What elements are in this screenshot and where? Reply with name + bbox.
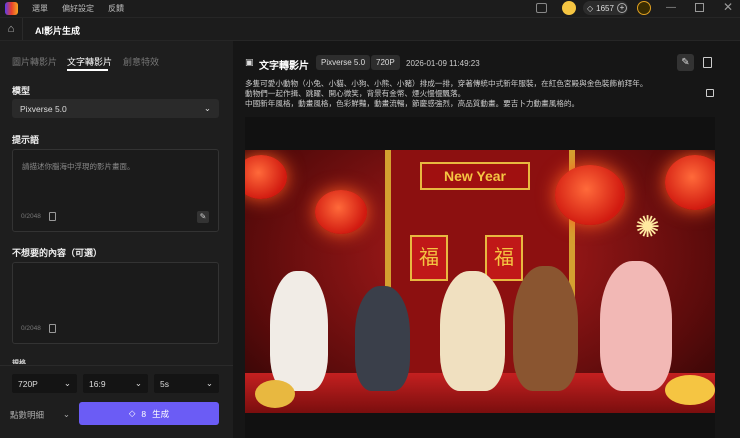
edit-icon[interactable]: ✎ bbox=[677, 54, 694, 71]
result-title: 文字轉影片 bbox=[259, 61, 309, 72]
diamond-icon: ◇ bbox=[128, 408, 136, 418]
add-credits-icon[interactable]: + bbox=[616, 3, 627, 13]
duration-select[interactable]: 5s ⌄ bbox=[154, 374, 219, 393]
prompt-input[interactable]: 請描述你腦海中浮現的影片畫面。 0/2048 ✎ bbox=[12, 149, 219, 232]
title-bar: 選單 偏好設定 反饋 bbox=[0, 0, 740, 17]
menu-preferences[interactable]: 偏好設定 bbox=[62, 3, 94, 14]
fortune-couplet: 福 bbox=[485, 235, 523, 281]
chevron-down-icon: ⌄ bbox=[134, 378, 142, 388]
description-line: 多隻可愛小動物（小兔、小貓、小狗、小熊、小豬）排成一排，穿著傳統中式新年服裝，在… bbox=[245, 79, 648, 88]
tab-image-to-video[interactable]: 圖片轉影片 bbox=[12, 55, 57, 68]
prompt-placeholder: 請描述你腦海中浮現的影片畫面。 bbox=[22, 162, 135, 171]
clear-icon[interactable] bbox=[49, 212, 56, 221]
resolution-value: 720P bbox=[18, 378, 38, 389]
minimize-icon[interactable]: — bbox=[666, 2, 676, 13]
credits-count: 1657 bbox=[596, 3, 614, 13]
maximize-icon[interactable] bbox=[695, 3, 704, 12]
chevron-down-icon: ⌄ bbox=[205, 378, 213, 388]
duration-value: 5s bbox=[160, 378, 169, 389]
home-icon[interactable]: ⌂ bbox=[0, 18, 23, 40]
magic-wand-icon[interactable]: ✎ bbox=[197, 211, 209, 223]
lantern bbox=[665, 155, 715, 210]
points-detail-label: 點數明細 bbox=[10, 410, 45, 420]
video-icon: ▣ bbox=[245, 57, 254, 67]
rabbit bbox=[270, 271, 328, 391]
generate-button[interactable]: ◇ 8 生成 bbox=[79, 402, 219, 425]
tab-creative-effects[interactable]: 創意特效 bbox=[123, 55, 159, 68]
credits-badge[interactable]: ◇ 1657 + bbox=[583, 1, 628, 15]
points-detail-toggle[interactable]: 點數明細 ⌄ bbox=[10, 409, 70, 421]
spec-label: 規格 bbox=[12, 360, 26, 364]
resolution-select[interactable]: 720P ⌄ bbox=[12, 374, 77, 393]
chevron-down-icon: ⌄ bbox=[203, 103, 211, 113]
message-icon[interactable] bbox=[536, 3, 547, 13]
menu-main[interactable]: 選單 bbox=[32, 3, 48, 14]
bear bbox=[513, 266, 578, 391]
description-line: 中國新年風格，動畫風格，色彩鮮豔，動畫流暢，節慶感強烈，高品質動畫。要吉卜力動畫… bbox=[245, 99, 580, 108]
gold-ingot bbox=[665, 375, 715, 405]
avatar[interactable] bbox=[637, 1, 651, 15]
cost-value: 8 bbox=[141, 408, 147, 419]
close-icon[interactable]: ✕ bbox=[723, 0, 733, 14]
model-chip: Pixverse 5.0 bbox=[316, 55, 371, 70]
ratio-select[interactable]: 16:9 ⌄ bbox=[83, 374, 148, 393]
negative-prompt-input[interactable]: 0/2048 bbox=[12, 262, 219, 344]
fortune-couplet: 福 bbox=[410, 235, 448, 281]
tab-text-to-video[interactable]: 文字轉影片 bbox=[67, 55, 112, 68]
page-title: AI影片生成 bbox=[35, 26, 81, 36]
ratio-value: 16:9 bbox=[89, 378, 106, 389]
active-tab-indicator bbox=[67, 69, 108, 71]
header-bar bbox=[0, 17, 740, 41]
timestamp: 2026-01-09 11:49:23 bbox=[406, 59, 480, 68]
diamond-icon: ◇ bbox=[587, 3, 594, 13]
cat bbox=[355, 286, 410, 391]
firework: ✺ bbox=[635, 211, 661, 244]
video-preview[interactable]: New Year 福 福 ✺ bbox=[245, 150, 715, 413]
dog bbox=[440, 271, 505, 391]
gold-coin bbox=[255, 380, 295, 408]
pig bbox=[600, 261, 672, 391]
negative-char-count: 0/2048 bbox=[21, 325, 41, 332]
resolution-chip: 720P bbox=[371, 55, 400, 70]
lantern bbox=[245, 155, 287, 199]
menu-feedback[interactable]: 反饋 bbox=[108, 3, 124, 14]
app-logo bbox=[5, 2, 18, 15]
copy-icon[interactable] bbox=[706, 89, 714, 97]
chevron-down-icon: ⌄ bbox=[63, 378, 71, 388]
prompt-description: 多隻可愛小動物（小兔、小貓、小狗、小熊、小豬）排成一排，穿著傳統中式新年服裝，在… bbox=[245, 79, 695, 109]
prompt-char-count: 0/2048 bbox=[21, 213, 41, 220]
model-value: Pixverse 5.0 bbox=[20, 103, 67, 114]
prompt-label: 提示語 bbox=[12, 135, 40, 145]
chevron-down-icon: ⌄ bbox=[62, 409, 70, 419]
description-line: 動物們一起作揖、跳躍、開心微笑，背景有金幣、煙火慢慢飄落。 bbox=[245, 89, 466, 98]
model-select[interactable]: Pixverse 5.0 ⌄ bbox=[12, 99, 219, 118]
clear-icon[interactable] bbox=[49, 324, 56, 333]
lantern bbox=[315, 190, 367, 234]
generate-label: 生成 bbox=[152, 408, 170, 419]
negative-prompt-label: 不想要的內容（可選） bbox=[12, 248, 103, 258]
lantern bbox=[555, 165, 625, 225]
vip-icon[interactable] bbox=[562, 1, 576, 15]
model-label: 模型 bbox=[12, 86, 31, 96]
new-year-sign: New Year bbox=[420, 162, 530, 190]
delete-icon[interactable] bbox=[703, 57, 712, 68]
